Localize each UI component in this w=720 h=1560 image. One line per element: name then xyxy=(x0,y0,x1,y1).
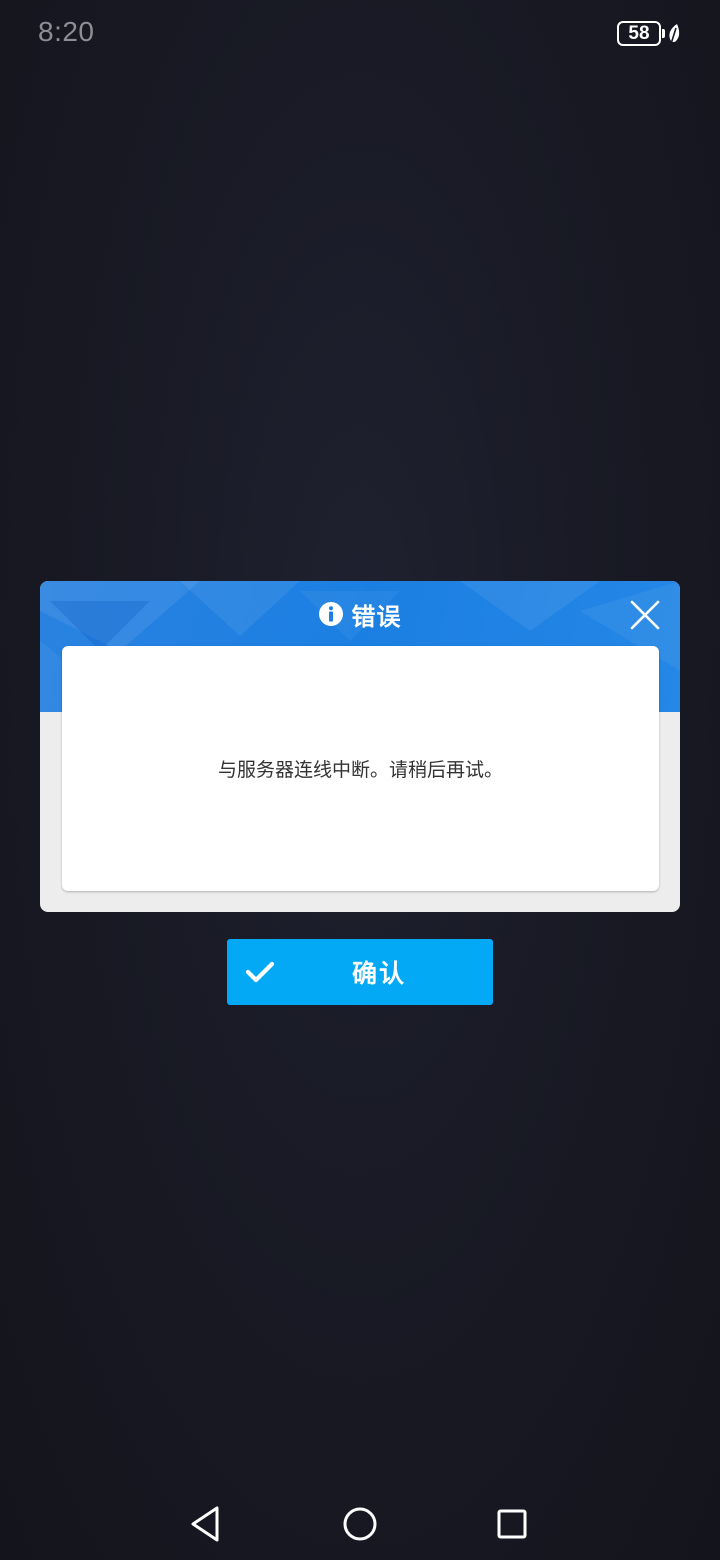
dialog-title-row: 错误 xyxy=(40,581,680,647)
home-circle-icon[interactable] xyxy=(338,1502,382,1546)
recent-square-icon[interactable] xyxy=(490,1502,534,1546)
status-bar: 8:20 58 xyxy=(0,0,720,68)
battery-tip xyxy=(662,29,665,38)
battery-level: 58 xyxy=(628,23,650,44)
battery-icon: 58 xyxy=(617,21,661,46)
dialog-title: 错误 xyxy=(351,602,402,631)
navigation-bar xyxy=(0,1488,720,1560)
close-icon[interactable] xyxy=(626,596,664,634)
dialog-message: 与服务器连线中断。请稍后再试。 xyxy=(217,759,503,781)
confirm-button-label: 确认 xyxy=(351,959,406,988)
dialog-body: 与服务器连线中断。请稍后再试。 xyxy=(62,646,659,891)
check-icon xyxy=(245,961,275,983)
status-time: 8:20 xyxy=(38,16,95,47)
error-dialog: 错误 与服务器连线中断。请稍后再试。 xyxy=(40,581,680,912)
back-triangle-icon[interactable] xyxy=(184,1502,228,1546)
confirm-button[interactable]: 确认 xyxy=(227,939,493,1005)
leaf-icon xyxy=(669,24,680,45)
info-icon xyxy=(318,602,343,626)
